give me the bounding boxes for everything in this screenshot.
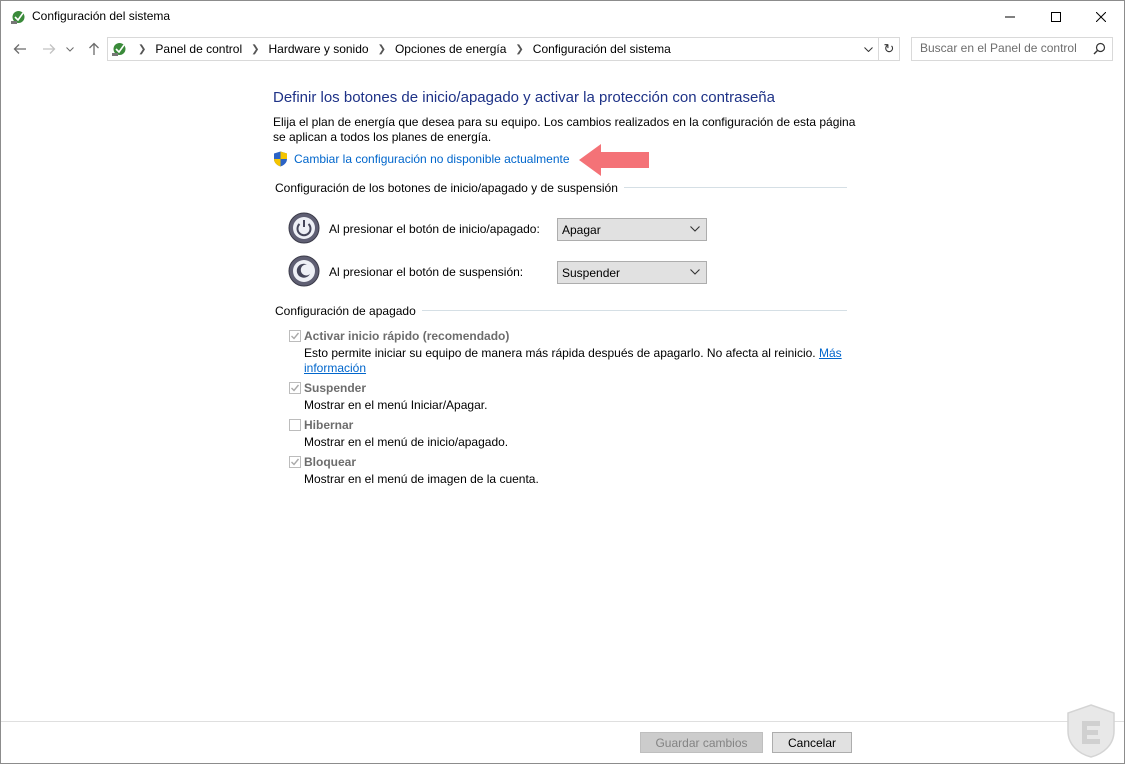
sleep-option-label: Suspender [304,381,367,395]
navigation-bar: ❯ Panel de control ❯ Hardware y sonido ❯… [1,32,1124,66]
chevron-down-icon [66,46,74,52]
sleep-checkbox[interactable] [289,382,301,394]
address-bar[interactable]: ❯ Panel de control ❯ Hardware y sonido ❯… [107,37,879,61]
search-box[interactable] [911,37,1113,61]
close-button[interactable] [1078,1,1124,32]
maximize-icon [1051,11,1061,22]
back-arrow-icon [13,44,26,54]
breadcrumb-panel-de-control[interactable]: Panel de control [155,42,242,56]
power-options-app-icon [11,11,25,24]
sleep-button-label: Al presionar el botón de suspensión: [329,265,524,279]
address-dropdown-button[interactable] [858,38,878,60]
back-button[interactable] [11,40,29,58]
close-icon [1096,11,1106,22]
fast-startup-description-text: Esto permite iniciar su equipo de manera… [304,346,816,360]
sleep-button-icon [288,255,320,287]
window-title: Configuración del sistema [32,9,171,23]
buttons-section-title: Configuración de los botones de inicio/a… [275,181,624,195]
hibernate-option-label: Hibernar [304,418,354,432]
hibernate-option-description: Mostrar en el menú de inicio/apagado. [304,435,509,449]
breadcrumb-separator: ❯ [515,43,524,55]
fast-startup-description: Esto permite iniciar su equipo de manera… [304,346,844,376]
sleep-option-description: Mostrar en el menú Iniciar/Apagar. [304,398,488,412]
refresh-icon: ↻ [883,41,895,56]
breadcrumb: ❯ Panel de control ❯ Hardware y sonido ❯… [132,38,671,60]
power-button-icon [288,212,320,244]
checkmark-icon [291,458,300,466]
sleep-button-action-select[interactable]: Suspender [557,261,707,284]
save-changes-button[interactable]: Guardar cambios [640,732,763,753]
fast-startup-checkbox[interactable] [289,330,301,342]
power-button-label: Al presionar el botón de inicio/apagado: [329,222,540,236]
control-panel-window: Configuración del sistema ❯ Panel de con… [0,0,1125,764]
search-input[interactable] [912,38,1090,58]
fast-startup-label: Activar inicio rápido (recomendado) [304,329,510,343]
power-button-action-value: Apagar [562,223,601,237]
lock-option-description: Mostrar en el menú de imagen de la cuent… [304,472,539,486]
watermark-logo-icon [1067,704,1115,758]
up-button[interactable] [85,40,103,58]
page-description: Elija el plan de energía que desea para … [273,115,856,144]
minimize-button[interactable] [987,1,1033,32]
up-arrow-icon [89,42,99,55]
lock-checkbox[interactable] [289,456,301,468]
breadcrumb-hardware-y-sonido[interactable]: Hardware y sonido [269,42,369,56]
breadcrumb-configuracion-del-sistema[interactable]: Configuración del sistema [533,42,671,56]
power-button-action-select[interactable]: Apagar [557,218,707,241]
chevron-down-icon [690,269,700,275]
callout-arrow-icon [579,144,649,176]
control-panel-icon [112,43,126,56]
chevron-down-icon [690,226,700,232]
minimize-icon [1005,16,1015,17]
lock-option-label: Bloquear [304,455,357,469]
change-unavailable-settings-link[interactable]: Cambiar la configuración no disponible a… [294,152,570,166]
recent-locations-button[interactable] [64,40,76,58]
checkmark-icon [291,332,300,340]
sleep-button-action-value: Suspender [562,266,621,280]
search-icon[interactable] [1093,42,1106,55]
refresh-button[interactable]: ↻ [878,37,900,61]
breadcrumb-separator: ❯ [251,43,260,55]
maximize-button[interactable] [1033,1,1079,32]
forward-arrow-icon [43,44,56,54]
breadcrumb-separator: ❯ [138,43,147,55]
footer-divider [1,721,1124,722]
title-bar: Configuración del sistema [1,1,1124,32]
chevron-down-icon [863,46,873,52]
breadcrumb-separator: ❯ [377,43,386,55]
hibernate-checkbox[interactable] [289,419,301,431]
breadcrumb-opciones-de-energia[interactable]: Opciones de energía [395,42,506,56]
shutdown-section-title: Configuración de apagado [275,304,422,318]
checkmark-icon [291,384,300,392]
forward-button[interactable] [40,40,58,58]
page-heading: Definir los botones de inicio/apagado y … [273,89,775,106]
cancel-button[interactable]: Cancelar [772,732,852,753]
uac-shield-icon [274,151,287,167]
